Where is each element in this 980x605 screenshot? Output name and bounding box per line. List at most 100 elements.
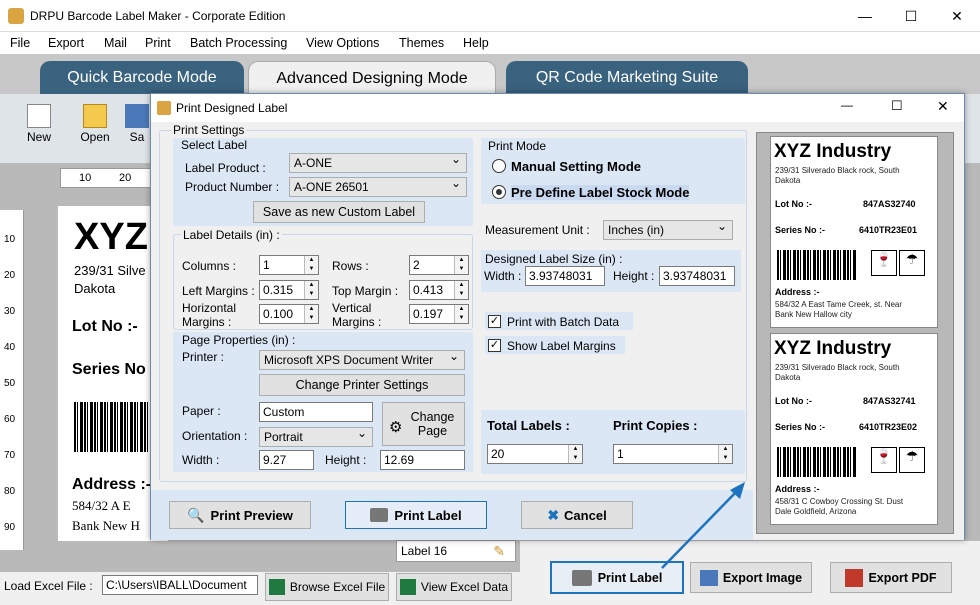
columns-spinner[interactable]: 1 ▲ ▼: [259, 255, 319, 275]
label-16-tab[interactable]: Label 16 ✎: [396, 540, 516, 562]
menu-mail[interactable]: Mail: [104, 36, 127, 50]
tab-quick-barcode[interactable]: Quick Barcode Mode: [40, 61, 244, 95]
preview-label-2: XYZ Industry 239/31 Silverado Black rock…: [770, 333, 938, 525]
dialog-maximize-button[interactable]: ☐: [891, 98, 903, 114]
select-label-heading: Select Label: [181, 138, 248, 152]
show-margins-checkbox[interactable]: ✓: [488, 339, 501, 352]
batch-data-checkbox[interactable]: ✓: [488, 315, 501, 328]
export-pdf-button[interactable]: Export PDF: [830, 562, 952, 593]
product-number-select[interactable]: A-ONE 26501: [289, 176, 467, 197]
top-margin-spinner[interactable]: 0.413 ▲ ▼: [409, 280, 469, 300]
label-address-line: 239/31 Silve: [74, 263, 146, 278]
menu-export[interactable]: Export: [48, 36, 84, 50]
menu-print[interactable]: Print: [145, 36, 171, 50]
print-copies-label: Print Copies :: [613, 418, 698, 433]
measurement-unit-label: Measurement Unit :: [485, 223, 590, 237]
cancel-x-icon: ✖: [547, 506, 560, 523]
designed-width-field[interactable]: 3.93748031: [525, 266, 605, 286]
view-excel-button[interactable]: View Excel Data: [396, 573, 512, 601]
mode-tabs: Quick Barcode Mode Advanced Designing Mo…: [0, 54, 980, 95]
horizontal-ruler: 10 20: [60, 168, 160, 188]
menu-view-options[interactable]: View Options: [306, 36, 379, 50]
browse-excel-button[interactable]: Browse Excel File: [265, 573, 389, 601]
new-file-icon: [27, 104, 51, 128]
tab-advanced-designing[interactable]: Advanced Designing Mode: [248, 61, 496, 95]
keep-dry-umbrella-icon: ☂: [899, 250, 925, 276]
fragile-glass-icon: 🍷: [871, 447, 897, 473]
main-print-label-button[interactable]: Print Label: [550, 561, 684, 594]
cancel-button[interactable]: ✖ Cancel: [521, 501, 633, 529]
fragile-glass-icon: 🍷: [871, 250, 897, 276]
print-label-button[interactable]: Print Label: [345, 501, 487, 529]
label-address-line: Dakota: [74, 281, 116, 296]
horizontal-margin-spinner[interactable]: 0.100 ▲ ▼: [259, 304, 319, 324]
orientation-select[interactable]: Portrait: [259, 426, 373, 447]
close-button[interactable]: ✕: [934, 0, 980, 32]
save-icon: [125, 104, 149, 128]
excel-icon: [268, 579, 285, 595]
tab-qr-code-marketing[interactable]: QR Code Marketing Suite: [506, 61, 748, 95]
dialog-close-button[interactable]: ✕: [937, 98, 949, 115]
batch-data-label[interactable]: Print with Batch Data: [507, 315, 619, 329]
label-details-heading: Label Details (in) :: [181, 228, 282, 242]
minimize-button[interactable]: —: [842, 0, 888, 32]
rows-spinner[interactable]: 2 ▲ ▼: [409, 255, 469, 275]
page-width-field[interactable]: 9.27: [259, 450, 314, 470]
page-properties-heading: Page Properties (in) :: [182, 333, 296, 347]
open-folder-icon: [83, 104, 107, 128]
printer-select[interactable]: Microsoft XPS Document Writer: [259, 349, 465, 370]
vertical-margin-spinner[interactable]: 0.197 ▲ ▼: [409, 304, 469, 324]
menu-themes[interactable]: Themes: [399, 36, 444, 50]
dialog-title: Print Designed Label: [176, 101, 288, 115]
label-product-select[interactable]: A-ONE: [289, 152, 467, 173]
save-button[interactable]: Sa: [124, 104, 150, 144]
image-icon: [699, 569, 718, 586]
menu-help[interactable]: Help: [463, 36, 489, 50]
magnifier-icon: 🔍: [187, 506, 205, 523]
pdf-icon: [845, 568, 864, 587]
print-dialog: Print Designed Label — ☐ ✕ Print Setting…: [150, 93, 965, 540]
dialog-minimize-button[interactable]: —: [841, 98, 853, 112]
predefine-mode-label[interactable]: Pre Define Label Stock Mode: [511, 185, 690, 200]
menu-file[interactable]: File: [10, 36, 30, 50]
print-copies-spinner[interactable]: 1 ▲ ▼: [613, 444, 733, 464]
keep-dry-umbrella-icon: ☂: [899, 447, 925, 473]
edit-pencil-icon: ✎: [493, 543, 505, 559]
print-settings-heading: Print Settings: [171, 123, 247, 137]
manual-mode-radio[interactable]: [492, 159, 506, 173]
maximize-button[interactable]: ☐: [888, 0, 934, 32]
predefine-mode-radio[interactable]: [492, 185, 506, 199]
print-mode-heading: Print Mode: [488, 139, 547, 153]
printer-icon: [370, 508, 389, 522]
paper-field[interactable]: Custom: [259, 402, 373, 422]
show-margins-label[interactable]: Show Label Margins: [507, 339, 616, 353]
label-lot-no: Lot No :-: [72, 318, 138, 335]
open-button[interactable]: Open: [70, 104, 120, 144]
left-margin-spinner[interactable]: 0.315 ▲ ▼: [259, 280, 319, 300]
dialog-icon: [157, 101, 171, 115]
menu-batch-processing[interactable]: Batch Processing: [190, 36, 287, 50]
total-labels-spinner[interactable]: 20 ▲ ▼: [487, 444, 583, 464]
export-image-button[interactable]: Export Image: [690, 562, 812, 593]
label-address-line: 584/32 A E: [72, 498, 131, 513]
print-preview-button[interactable]: 🔍 Print Preview: [169, 501, 311, 529]
gear-icon: ⚙: [389, 419, 403, 436]
change-page-button[interactable]: ⚙ Change Page: [382, 402, 465, 446]
label-series-no: Series No: [72, 361, 146, 378]
change-printer-button[interactable]: Change Printer Settings: [259, 374, 465, 396]
page-height-field[interactable]: 12.69: [380, 450, 465, 470]
designed-height-field[interactable]: 3.93748031: [659, 266, 735, 286]
preview-label-1: XYZ Industry 239/31 Silverado Black rock…: [770, 136, 938, 328]
dialog-title-bar: Print Designed Label — ☐ ✕: [151, 94, 964, 122]
measurement-unit-select[interactable]: Inches (in): [603, 219, 733, 240]
view-excel-icon: [399, 579, 416, 595]
designed-size-heading: Designed Label Size (in) :: [485, 252, 623, 266]
title-bar: DRPU Barcode Label Maker - Corporate Edi…: [0, 0, 980, 32]
dialog-body: Print Settings Select Label Label Produc…: [151, 122, 964, 540]
label-address-heading: Address :-: [72, 476, 152, 493]
printer-icon: [571, 569, 592, 586]
save-custom-label-button[interactable]: Save as new Custom Label: [253, 201, 425, 223]
new-button[interactable]: New: [14, 104, 64, 144]
excel-path-field[interactable]: C:\Users\IBALL\Document: [102, 575, 258, 595]
manual-mode-label[interactable]: Manual Setting Mode: [511, 159, 641, 174]
